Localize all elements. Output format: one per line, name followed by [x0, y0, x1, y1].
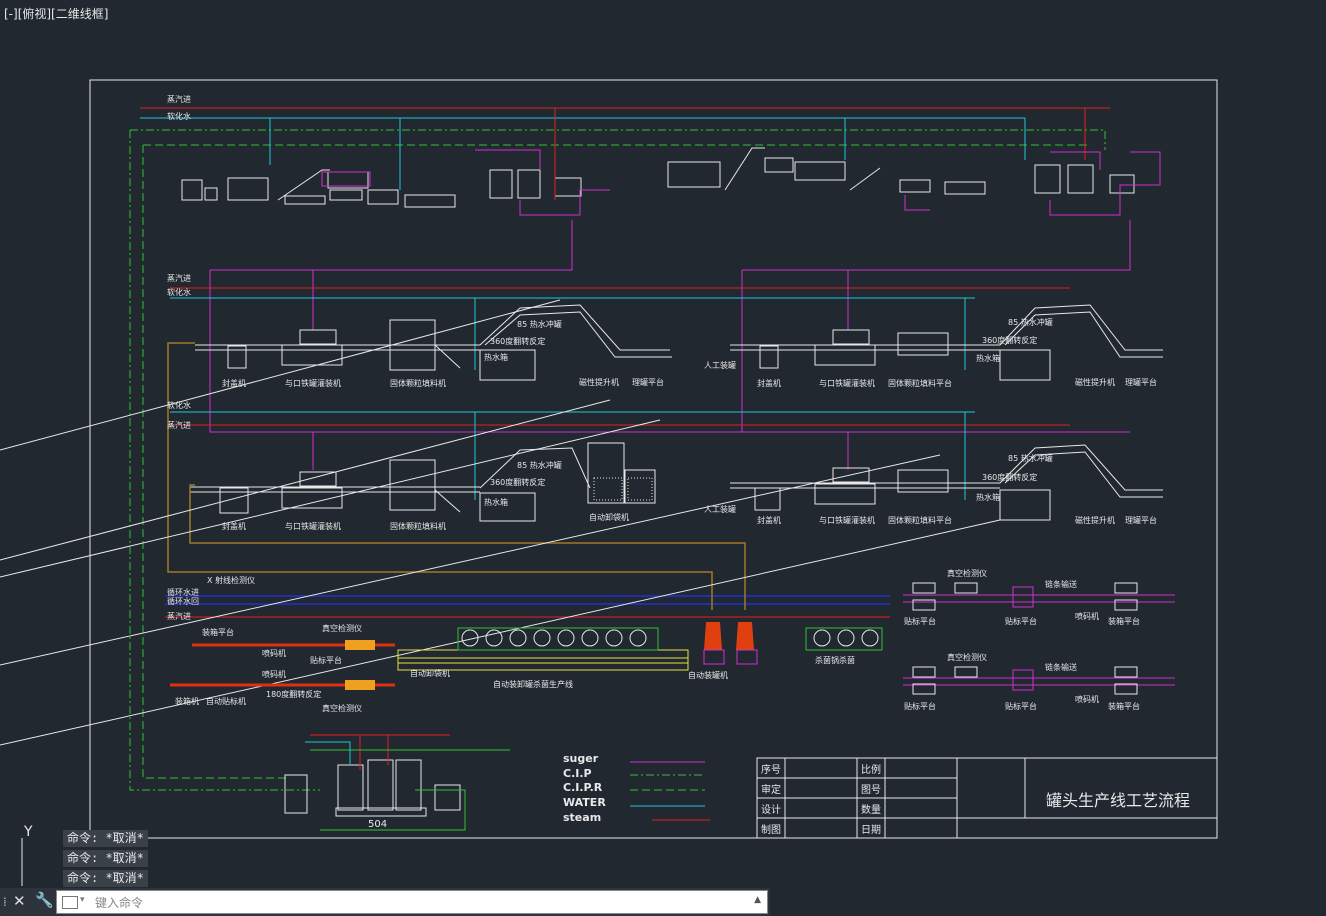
- svg-text:与口铁罐灌装机: 与口铁罐灌装机: [819, 378, 875, 388]
- svg-text:喷码机: 喷码机: [1075, 694, 1099, 704]
- command-field[interactable]: ▾ ▲: [56, 890, 768, 914]
- close-icon[interactable]: ✕: [13, 892, 26, 910]
- grip-icon[interactable]: ⁞: [3, 895, 9, 909]
- svg-text:热水箱: 热水箱: [484, 352, 508, 362]
- svg-text:装箱平台: 装箱平台: [1108, 616, 1140, 626]
- svg-text:与口铁罐灌装机: 与口铁罐灌装机: [285, 378, 341, 388]
- svg-text:固体颗粒填料平台: 固体颗粒填料平台: [888, 515, 952, 525]
- tb-row2-1: 比例: [861, 763, 881, 776]
- legend-water: WATER: [563, 796, 606, 809]
- svg-text:封盖机: 封盖机: [757, 515, 781, 525]
- svg-text:固体颗粒填料机: 固体颗粒填料机: [390, 521, 446, 531]
- svg-text:链条输送: 链条输送: [1045, 579, 1077, 589]
- svg-text:装箱机: 装箱机: [175, 696, 199, 706]
- svg-text:360度翻转反定: 360度翻转反定: [490, 336, 545, 346]
- svg-text:理罐平台: 理罐平台: [1125, 515, 1157, 525]
- svg-text:X 射线检测仪: X 射线检测仪: [207, 575, 255, 585]
- svg-text:封盖机: 封盖机: [222, 378, 246, 388]
- svg-text:封盖机: 封盖机: [222, 521, 246, 531]
- tb-row2-2: 图号: [861, 784, 881, 796]
- svg-text:360度翻转反定: 360度翻转反定: [982, 472, 1037, 482]
- svg-text:自动装罐机: 自动装罐机: [688, 670, 728, 680]
- svg-text:85 热水冲罐: 85 热水冲罐: [517, 460, 562, 470]
- command-bar: ⁞ ✕ 🔧 ▾ ▲: [0, 888, 770, 916]
- svg-text:装箱平台: 装箱平台: [1108, 701, 1140, 711]
- svg-text:理罐平台: 理罐平台: [1125, 377, 1157, 387]
- svg-text:封盖机: 封盖机: [757, 378, 781, 388]
- svg-text:软化水: 软化水: [167, 400, 191, 410]
- svg-text:循环水进: 循环水进: [167, 587, 199, 597]
- svg-text:磁性提升机: 磁性提升机: [579, 377, 619, 387]
- svg-text:360度翻转反定: 360度翻转反定: [490, 477, 545, 487]
- svg-text:理罐平台: 理罐平台: [632, 377, 664, 387]
- command-prompt-icon[interactable]: [62, 896, 78, 909]
- svg-text:循环水回: 循环水回: [167, 596, 199, 606]
- svg-text:蒸汽进: 蒸汽进: [167, 611, 191, 621]
- svg-text:装箱平台: 装箱平台: [202, 627, 234, 637]
- svg-text:360度翻转反定: 360度翻转反定: [982, 335, 1037, 345]
- legend-cipr: C.I.P.R: [563, 781, 603, 794]
- svg-text:链条输送: 链条输送: [1045, 662, 1077, 672]
- command-history-3: 命令: *取消*: [63, 870, 148, 887]
- svg-text:蒸汽进: 蒸汽进: [167, 273, 191, 283]
- command-history-1: 命令: *取消*: [63, 830, 148, 847]
- ucs-icon: Y: [21, 824, 33, 886]
- svg-text:真空检测仪: 真空检测仪: [947, 652, 987, 662]
- svg-text:真空检测仪: 真空检测仪: [947, 568, 987, 578]
- svg-text:180度翻转反定: 180度翻转反定: [266, 689, 321, 699]
- legend-steam: steam: [563, 811, 601, 824]
- svg-text:固体颗粒填料平台: 固体颗粒填料平台: [888, 378, 952, 388]
- svg-text:自动卸袋机: 自动卸袋机: [410, 668, 450, 678]
- svg-text:热水箱: 热水箱: [976, 353, 1000, 363]
- tb-row-4: 制图: [761, 823, 781, 836]
- svg-text:贴标平台: 贴标平台: [904, 701, 936, 711]
- command-history-2: 命令: *取消*: [63, 850, 148, 867]
- svg-text:磁性提升机: 磁性提升机: [1075, 377, 1115, 387]
- svg-text:真空检测仪: 真空检测仪: [322, 623, 362, 633]
- svg-text:人工装罐: 人工装罐: [704, 504, 736, 514]
- svg-text:软化水: 软化水: [167, 287, 191, 297]
- drawing-title: 罐头生产线工艺流程: [1046, 791, 1190, 810]
- svg-text:人工装罐: 人工装罐: [704, 360, 736, 370]
- legend-cip: C.I.P: [563, 767, 592, 780]
- command-input[interactable]: [93, 893, 747, 913]
- svg-text:热水箱: 热水箱: [976, 492, 1000, 502]
- legend-suger: suger: [563, 752, 599, 765]
- svg-text:喷码机: 喷码机: [262, 669, 286, 679]
- svg-text:自动装卸罐杀菌生产线: 自动装卸罐杀菌生产线: [493, 679, 573, 689]
- tb-row-1: 序号: [761, 763, 781, 776]
- svg-text:热水箱: 热水箱: [484, 497, 508, 507]
- label-soft-water: 软化水: [167, 111, 191, 121]
- tb-row-2: 审定: [761, 783, 781, 796]
- label-steam-in: 蒸汽进: [167, 94, 191, 104]
- svg-text:贴标平台: 贴标平台: [1005, 701, 1037, 711]
- tb-row-3: 设计: [761, 803, 781, 816]
- tb-row2-4: 日期: [861, 824, 881, 836]
- svg-text:85 热水冲罐: 85 热水冲罐: [1008, 453, 1053, 463]
- cad-drawing[interactable]: 蒸汽进 软化水 蒸汽进 软化水 软化水 蒸汽进 循环水进 循环水回 蒸汽进 85…: [0, 0, 1326, 888]
- svg-text:与口铁罐灌装机: 与口铁罐灌装机: [819, 515, 875, 525]
- svg-text:自动卸袋机: 自动卸袋机: [589, 512, 629, 522]
- svg-text:喷码机: 喷码机: [262, 648, 286, 658]
- svg-text:504: 504: [368, 819, 387, 830]
- svg-text:蒸汽进: 蒸汽进: [167, 420, 191, 430]
- svg-text:磁性提升机: 磁性提升机: [1075, 515, 1115, 525]
- svg-text:固体颗粒填料机: 固体颗粒填料机: [390, 378, 446, 388]
- svg-text:真空检测仪: 真空检测仪: [322, 703, 362, 713]
- svg-text:贴标平台: 贴标平台: [310, 655, 342, 665]
- wrench-icon[interactable]: 🔧: [35, 891, 54, 909]
- svg-text:自动贴标机: 自动贴标机: [206, 696, 246, 706]
- tb-row2-3: 数量: [861, 803, 881, 816]
- svg-text:85 热水冲罐: 85 热水冲罐: [1008, 317, 1053, 327]
- svg-text:贴标平台: 贴标平台: [1005, 616, 1037, 626]
- svg-text:杀菌锅杀菌: 杀菌锅杀菌: [815, 655, 855, 665]
- svg-text:贴标平台: 贴标平台: [904, 616, 936, 626]
- svg-text:85 热水冲罐: 85 热水冲罐: [517, 319, 562, 329]
- svg-text:喷码机: 喷码机: [1075, 611, 1099, 621]
- svg-text:与口铁罐灌装机: 与口铁罐灌装机: [285, 521, 341, 531]
- chevron-down-icon[interactable]: ▾: [80, 895, 85, 905]
- legend: suger C.I.P C.I.P.R WATER steam: [563, 752, 710, 824]
- ucs-y-label: Y: [23, 824, 33, 840]
- chevron-up-icon[interactable]: ▲: [754, 895, 761, 905]
